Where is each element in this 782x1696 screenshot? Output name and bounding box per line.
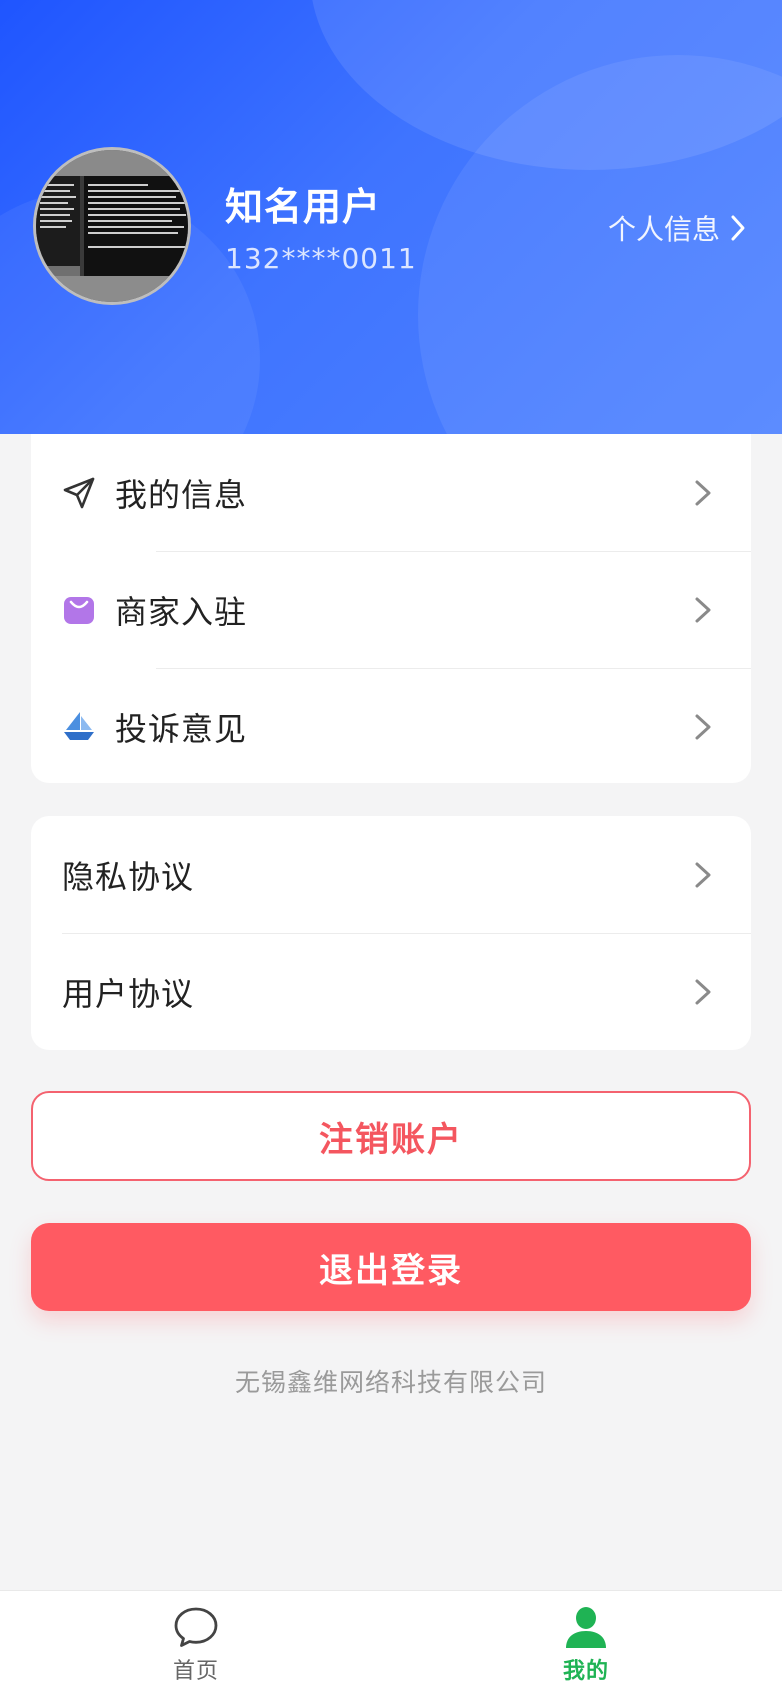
menu-item-my-info[interactable]: 我的信息	[31, 434, 751, 551]
shopping-bag-icon	[64, 596, 94, 624]
sailboat-icon	[64, 711, 94, 740]
chevron-right-icon	[695, 480, 711, 505]
bottom-tab-bar: 首页 我的	[0, 1590, 782, 1696]
menu-item-label: 用户协议	[62, 974, 195, 1013]
tab-home[interactable]: 首页	[96, 1591, 296, 1696]
profile-header: 知名用户 132****0011 个人信息	[0, 0, 782, 434]
menu-item-complaints[interactable]: 投诉意见	[31, 668, 751, 783]
logout-button[interactable]: 退出登录	[31, 1223, 751, 1311]
menu-item-label: 我的信息	[115, 475, 248, 514]
chevron-right-icon	[695, 597, 711, 622]
send-icon	[63, 477, 95, 508]
tab-label: 首页	[172, 1659, 219, 1684]
company-name: 无锡鑫维网络科技有限公司	[234, 1368, 547, 1397]
menu-item-label: 隐私协议	[62, 857, 195, 896]
chevron-right-icon	[695, 714, 711, 739]
menu-item-label: 投诉意见	[115, 709, 248, 748]
user-phone: 132****0011	[225, 242, 417, 275]
avatar[interactable]	[33, 147, 191, 305]
tab-mine[interactable]: 我的	[486, 1591, 686, 1696]
user-name: 知名用户	[225, 185, 382, 229]
menu-card-agreements: 隐私协议 用户协议	[31, 816, 751, 1050]
menu-item-label: 商家入驻	[115, 592, 248, 631]
user-icon	[566, 1607, 606, 1648]
menu-item-user-agreement[interactable]: 用户协议	[31, 933, 751, 1050]
personal-info-label: 个人信息	[607, 213, 720, 246]
chevron-right-icon	[695, 979, 711, 1004]
profile-page: 知名用户 132****0011 个人信息 我的信息 商家入驻 投诉意见 隐私协…	[0, 0, 782, 1696]
personal-info-link[interactable]: 个人信息	[608, 208, 746, 248]
chevron-right-icon	[731, 215, 745, 241]
deregister-account-button[interactable]: 注销账户	[31, 1091, 751, 1181]
menu-card-primary: 我的信息 商家入驻 投诉意见	[31, 434, 751, 783]
chat-bubble-icon	[174, 1607, 218, 1647]
menu-item-merchant-join[interactable]: 商家入驻	[31, 551, 751, 668]
menu-item-privacy-policy[interactable]: 隐私协议	[31, 816, 751, 933]
chevron-right-icon	[695, 862, 711, 887]
tab-label: 我的	[562, 1659, 609, 1684]
